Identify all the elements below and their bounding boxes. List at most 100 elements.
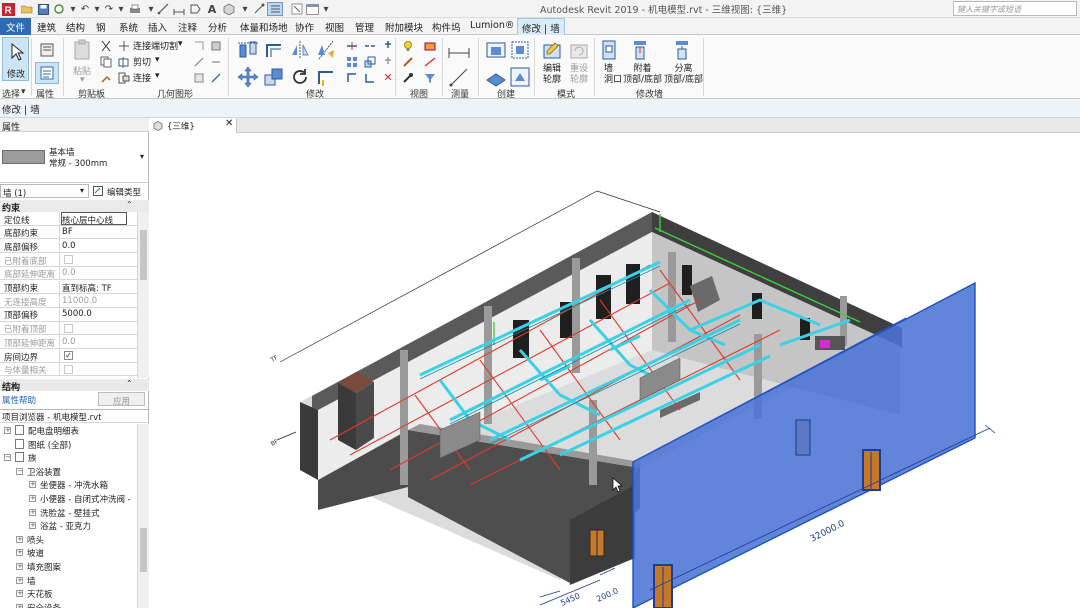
3d-viewport[interactable]: TF BF 32000.0 5450 200.0 xyxy=(150,133,1080,608)
tab-modify-wall[interactable]: 修改 | 墙 xyxy=(517,18,565,36)
property-row[interactable]: 底部偏移 0.0 xyxy=(0,239,137,254)
trim-single-icon[interactable] xyxy=(345,71,359,84)
filter-icon[interactable] xyxy=(423,71,437,84)
split-icon[interactable] xyxy=(345,39,359,52)
tab-architecture[interactable]: 建筑 xyxy=(37,20,56,34)
property-checkbox[interactable]: ✓ xyxy=(64,351,73,360)
property-row[interactable]: 底部延伸距离 0.0 xyxy=(0,266,137,281)
chevron-down-icon[interactable]: ▾ xyxy=(155,71,160,81)
beam-join-icon[interactable] xyxy=(209,71,223,84)
property-row[interactable]: 顶部约束 直到标高: TF xyxy=(0,280,137,295)
edit-profile-label[interactable]: 编辑 轮廓 xyxy=(543,64,561,86)
expand-icon[interactable]: + xyxy=(16,563,23,570)
open-icon[interactable] xyxy=(20,2,34,16)
close-hidden-icon[interactable] xyxy=(290,2,304,16)
tab-analyze[interactable]: 分析 xyxy=(208,20,227,34)
property-row[interactable]: 与体量相关 xyxy=(0,362,137,377)
revit-logo-icon[interactable]: R xyxy=(1,2,15,16)
chevron-down-icon[interactable]: ▾ xyxy=(80,75,85,85)
chevron-down-icon[interactable]: ▾ xyxy=(21,87,26,97)
tab-addins[interactable]: 附加模块 xyxy=(385,20,423,34)
tab-view[interactable]: 视图 xyxy=(325,20,344,34)
dimension-small-1[interactable]: 5450 xyxy=(559,591,581,608)
override-by-element-icon[interactable] xyxy=(401,55,415,68)
create-group-icon[interactable] xyxy=(484,65,508,89)
print-icon[interactable] xyxy=(128,2,142,16)
chevron-down-icon[interactable]: ▾ xyxy=(178,39,183,49)
pin-icon[interactable] xyxy=(381,39,395,52)
wall-joins-icon[interactable] xyxy=(192,39,206,52)
mirror-pick-axis-icon[interactable] xyxy=(288,38,312,62)
properties-help-link[interactable]: 属性帮助 xyxy=(2,394,36,406)
cut-icon[interactable] xyxy=(99,39,113,52)
property-row[interactable]: 已附着底部 xyxy=(0,253,137,267)
detach-top-base-icon[interactable] xyxy=(670,38,694,62)
join-geometry-icon[interactable] xyxy=(117,71,131,84)
trim-extend-corner-icon[interactable] xyxy=(314,65,338,89)
split-gap-icon[interactable] xyxy=(363,39,377,52)
instance-filter-dropdown[interactable]: 墙 (1) ▾ xyxy=(0,184,89,199)
override-graphics-icon[interactable] xyxy=(423,39,437,52)
mirror-draw-axis-icon[interactable] xyxy=(314,38,338,62)
scrollbar-thumb[interactable] xyxy=(140,528,147,572)
search-input[interactable]: 键入关键字或短语 xyxy=(953,1,1077,16)
array-icon[interactable] xyxy=(345,55,359,68)
edit-type-button[interactable]: 编辑类型 xyxy=(92,184,149,198)
expand-icon[interactable]: + xyxy=(29,495,36,502)
sync-icon[interactable] xyxy=(52,2,66,16)
modify-button[interactable]: 修改 xyxy=(2,37,29,81)
collapse-icon[interactable]: − xyxy=(16,467,23,475)
property-value-editor[interactable] xyxy=(61,212,127,225)
tab-file[interactable]: 文件 xyxy=(0,18,31,35)
tag-icon[interactable] xyxy=(188,2,202,16)
expand-icon[interactable]: + xyxy=(29,522,36,530)
property-row[interactable]: 顶部偏移 5000.0 xyxy=(0,307,137,322)
paint-brush-icon[interactable] xyxy=(401,71,415,84)
property-value[interactable]: BF xyxy=(62,227,73,237)
property-row[interactable]: 房间边界 ✓ xyxy=(0,349,137,363)
collapse-icon[interactable]: − xyxy=(4,454,11,462)
attach-top-base-icon[interactable] xyxy=(628,38,652,62)
cut-label[interactable]: 剪切 xyxy=(133,55,151,68)
tab-annotate[interactable]: 注释 xyxy=(178,20,197,34)
tab-component-dock[interactable]: 构件坞 xyxy=(432,20,461,34)
property-row[interactable]: 定位线 核心层中心线 xyxy=(0,212,137,226)
browser-scrollbar[interactable] xyxy=(137,424,149,608)
expand-icon[interactable]: + xyxy=(29,508,36,516)
remove-paint-icon[interactable] xyxy=(192,71,206,84)
create-parts-icon[interactable] xyxy=(508,38,532,62)
expand-icon[interactable]: + xyxy=(29,481,36,489)
wall-opening-icon[interactable] xyxy=(597,38,621,62)
tab-steel[interactable]: 钢 xyxy=(96,20,106,34)
tab-systems[interactable]: 系统 xyxy=(119,20,138,34)
trim-multiple-icon[interactable] xyxy=(363,71,377,84)
measure-distance-icon[interactable] xyxy=(447,41,471,65)
switch-windows-icon[interactable] xyxy=(305,2,319,16)
create-assembly-icon[interactable] xyxy=(484,38,508,62)
copy-element-icon[interactable] xyxy=(262,65,286,89)
save-icon[interactable] xyxy=(36,2,50,16)
measure-icon[interactable] xyxy=(156,2,170,16)
3d-view-icon[interactable] xyxy=(222,2,236,16)
tab-3d-view[interactable]: {三维} ✕ xyxy=(149,118,237,133)
aligned-dimension-icon[interactable] xyxy=(447,65,471,89)
demolish-icon[interactable] xyxy=(209,55,223,68)
match-properties-icon[interactable] xyxy=(99,71,113,84)
dropdown-icon[interactable]: ▾ xyxy=(114,2,128,16)
type-properties-button[interactable] xyxy=(35,62,59,84)
join-cut-label[interactable]: 连接端切割 xyxy=(133,39,178,52)
close-icon[interactable]: ✕ xyxy=(225,118,233,129)
create-similar-icon[interactable] xyxy=(508,65,532,89)
tab-insert[interactable]: 插入 xyxy=(148,20,167,34)
structure-section-header[interactable]: 结构 ⌃ xyxy=(0,379,149,393)
tab-lumion[interactable]: Lumion® xyxy=(470,20,514,31)
property-row[interactable]: 无连接高度 11000.0 xyxy=(0,294,137,308)
scrollbar-thumb[interactable] xyxy=(140,230,147,280)
text-icon[interactable]: A xyxy=(205,2,219,16)
type-selector[interactable]: 基本墙 常规 - 300mm ▾ xyxy=(0,132,149,183)
tab-structure[interactable]: 结构 xyxy=(66,20,85,34)
property-value[interactable]: 5000.0 xyxy=(62,309,92,319)
join-cut-icon[interactable] xyxy=(117,39,131,52)
expand-icon[interactable]: + xyxy=(16,576,23,584)
cut-geometry-icon[interactable] xyxy=(117,55,131,68)
